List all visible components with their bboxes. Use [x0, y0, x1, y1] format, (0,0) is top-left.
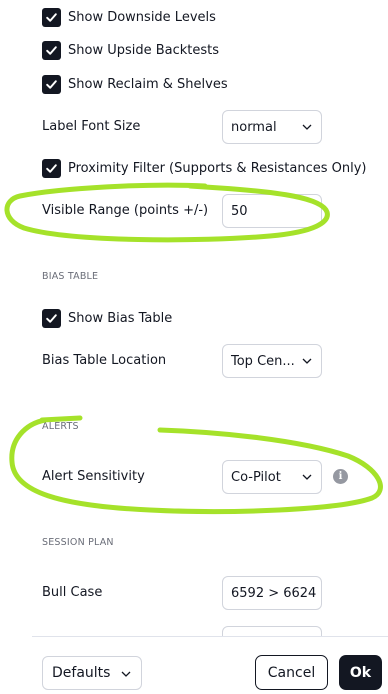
bias-table-section-title: BIAS TABLE	[42, 271, 99, 282]
label-font-size-value: normal	[231, 119, 277, 135]
chevron-down-icon	[302, 358, 312, 364]
chevron-down-icon	[121, 671, 131, 677]
show-downside-levels-label: Show Downside Levels	[68, 9, 216, 25]
visible-range-value: 50	[231, 203, 248, 219]
alert-sensitivity-value: Co-Pilot	[231, 469, 281, 485]
show-bias-table-checkbox[interactable]: Show Bias Table	[42, 308, 172, 328]
show-bias-table-label: Show Bias Table	[68, 310, 173, 326]
chevron-down-icon	[302, 474, 312, 480]
show-upside-backtests-checkbox[interactable]: Show Upside Backtests	[42, 40, 219, 60]
info-icon[interactable]: i	[333, 469, 348, 484]
cancel-label: Cancel	[267, 664, 316, 681]
dialog-footer: Defaults Cancel Ok	[0, 637, 388, 694]
proximity-filter-checkbox[interactable]: Proximity Filter (Supports & Resistances…	[42, 158, 367, 178]
defaults-label: Defaults	[52, 665, 111, 681]
proximity-filter-label: Proximity Filter (Supports & Resistances…	[68, 160, 367, 176]
defaults-dropdown[interactable]: Defaults	[42, 656, 142, 690]
ok-button[interactable]: Ok	[339, 655, 382, 690]
session-plan-section-title: SESSION PLAN	[42, 537, 114, 548]
alert-sensitivity-label: Alert Sensitivity	[42, 469, 145, 484]
label-font-size-select[interactable]: normal	[222, 110, 322, 144]
bull-case-label: Bull Case	[42, 585, 103, 600]
cancel-button[interactable]: Cancel	[255, 655, 328, 690]
bias-table-location-select[interactable]: Top Cen...	[222, 344, 322, 378]
alerts-section-title: ALERTS	[42, 421, 79, 432]
visible-range-label: Visible Range (points +/-)	[42, 203, 209, 218]
alert-sensitivity-select[interactable]: Co-Pilot	[222, 460, 322, 494]
checkmark-icon[interactable]	[42, 308, 61, 328]
show-reclaim-shelves-label: Show Reclaim & Shelves	[68, 76, 228, 92]
bias-table-location-value: Top Cen...	[231, 353, 295, 369]
bias-table-location-label: Bias Table Location	[42, 353, 167, 368]
chevron-down-icon	[302, 124, 312, 130]
show-upside-backtests-label: Show Upside Backtests	[68, 42, 220, 58]
bull-case-input[interactable]: 6592 > 6624 >	[222, 576, 322, 610]
ok-label: Ok	[349, 664, 372, 681]
checkmark-icon[interactable]	[42, 40, 61, 60]
annotation-circle-alerts	[9, 415, 383, 514]
checkmark-icon[interactable]	[42, 158, 61, 178]
show-reclaim-shelves-checkbox[interactable]: Show Reclaim & Shelves	[42, 74, 228, 94]
checkmark-icon[interactable]	[42, 7, 61, 27]
checkmark-icon[interactable]	[42, 74, 61, 94]
bull-case-value: 6592 > 6624 >	[231, 585, 322, 601]
show-downside-levels-checkbox[interactable]: Show Downside Levels	[42, 7, 216, 27]
visible-range-input[interactable]: 50	[222, 194, 322, 228]
label-font-size-label: Label Font Size	[42, 119, 141, 134]
